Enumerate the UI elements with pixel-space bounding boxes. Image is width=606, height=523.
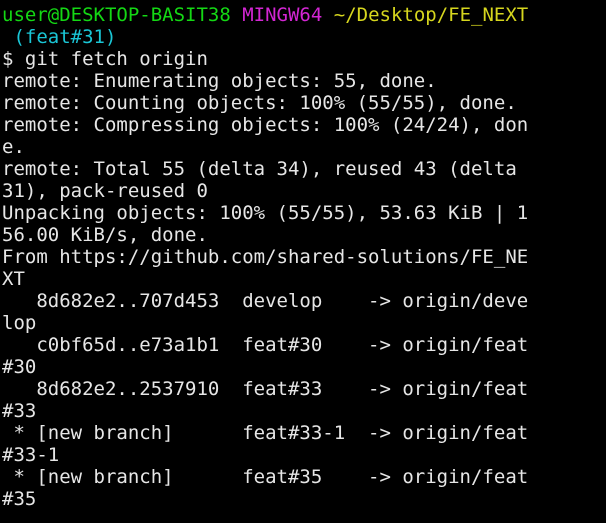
output-line: lop	[2, 312, 37, 334]
prompt-line: user@DESKTOP-BASIT38 MINGW64 ~/Desktop/F…	[2, 4, 606, 26]
output-line: remote: Enumerating objects: 55, done.	[2, 70, 437, 92]
output-line: XT	[2, 268, 25, 290]
output-line: #33	[2, 400, 37, 422]
output-line: * [new branch] feat#35 -> origin/feat	[2, 466, 529, 488]
output-line: e.	[2, 136, 25, 158]
output-line: 8d682e2..707d453 develop -> origin/deve	[2, 290, 529, 312]
output-line: Unpacking objects: 100% (55/55), 53.63 K…	[2, 202, 529, 224]
output-line: 31), pack-reused 0	[2, 180, 208, 202]
output-line: #33-1	[2, 444, 60, 466]
output-line: #30	[2, 356, 37, 378]
prompt-shell: MINGW64	[242, 4, 323, 26]
prompt-branch: (feat#31)	[2, 26, 117, 48]
output-line: 8d682e2..2537910 feat#33 -> origin/feat	[2, 378, 529, 400]
command-text: git fetch origin	[24, 48, 208, 70]
output-line: remote: Total 55 (delta 34), reused 43 (…	[2, 158, 517, 180]
output-line: From https://github.com/shared-solutions…	[2, 246, 529, 268]
output-line: remote: Counting objects: 100% (55/55), …	[2, 92, 517, 114]
output-line: c0bf65d..e73a1b1 feat#30 -> origin/feat	[2, 334, 529, 356]
prompt-user-host: user@DESKTOP-BASIT38	[2, 4, 231, 26]
command-line[interactable]: $ git fetch origin	[2, 48, 606, 70]
prompt-symbol: $	[2, 48, 25, 70]
output-line: 56.00 KiB/s, done.	[2, 224, 208, 246]
terminal-window[interactable]: user@DESKTOP-BASIT38 MINGW64 ~/Desktop/F…	[0, 0, 606, 523]
output-line: * [new branch] feat#33-1 -> origin/feat	[2, 422, 529, 444]
prompt-path: ~/Desktop/FE_NEXT	[333, 4, 529, 26]
prompt-branch-line: (feat#31)	[2, 26, 606, 48]
output-line: #35	[2, 488, 37, 510]
output-line: remote: Compressing objects: 100% (24/24…	[2, 114, 529, 136]
